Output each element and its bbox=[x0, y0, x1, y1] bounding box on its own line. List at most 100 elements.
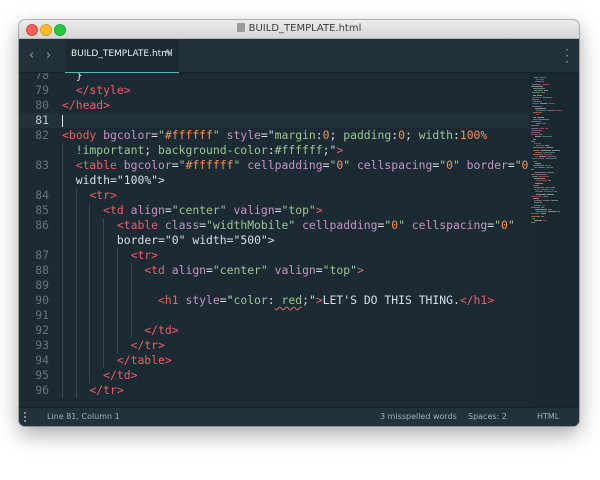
code-line[interactable]: 89 bbox=[19, 278, 529, 293]
code-text: !important; background-color:#ffffff;"> bbox=[75, 143, 344, 157]
minimap-line bbox=[533, 165, 544, 166]
minimap-line bbox=[532, 158, 537, 160]
minimap-line bbox=[535, 136, 541, 138]
line-number: 78 bbox=[35, 73, 49, 82]
code-line[interactable]: 82 <body bgcolor="#ffffff" style="margin:… bbox=[19, 128, 529, 143]
title-bar: BUILD_TEMPLATE.html bbox=[19, 20, 579, 39]
spelling-status[interactable]: 3 misspelled words bbox=[380, 408, 457, 426]
pencil-icon[interactable]: ✎ bbox=[165, 49, 173, 59]
minimap-line bbox=[535, 151, 542, 153]
minimap-line bbox=[544, 191, 553, 193]
chevron-right-icon[interactable]: › bbox=[46, 48, 51, 63]
minimap-line bbox=[557, 211, 560, 213]
code-line[interactable]: border="0" width="500"> bbox=[19, 233, 529, 248]
code-line[interactable]: 80 </head> bbox=[19, 98, 529, 113]
chevron-left-icon[interactable]: ‹ bbox=[29, 48, 34, 63]
minimap-line bbox=[541, 206, 544, 208]
code-text: <table class="widthMobile" cellpadding="… bbox=[116, 218, 515, 232]
minimap-line bbox=[535, 209, 547, 210]
minimap-line bbox=[534, 90, 543, 92]
code-line[interactable]: 86 <table class="widthMobile" cellpaddin… bbox=[19, 218, 529, 233]
code-line[interactable]: 93 </tr> bbox=[19, 338, 529, 353]
line-number: 88 bbox=[35, 263, 49, 277]
minimap-line bbox=[536, 145, 544, 147]
code-line[interactable]: 84 <tr> bbox=[19, 188, 529, 203]
minimap-line bbox=[532, 105, 542, 107]
code-line[interactable]: 91 bbox=[19, 308, 529, 323]
minimap-line bbox=[542, 136, 552, 138]
minimap-line bbox=[533, 101, 542, 103]
minimap-line bbox=[531, 215, 540, 217]
line-number: 86 bbox=[35, 218, 49, 232]
code-line[interactable]: 90 <h1 style="color: red;">LET'S DO THIS… bbox=[19, 293, 529, 308]
line-number: 94 bbox=[35, 353, 49, 367]
code-line[interactable]: 83 <table bgcolor="#ffffff" cellpadding=… bbox=[19, 158, 529, 173]
minimap-line bbox=[533, 118, 537, 120]
minimap-line bbox=[542, 204, 545, 206]
indent-guide bbox=[130, 263, 132, 338]
line-number: 84 bbox=[35, 188, 49, 202]
minimap-line bbox=[534, 202, 542, 204]
line-number: 93 bbox=[35, 338, 49, 352]
minimap-line bbox=[534, 187, 544, 188]
code-line[interactable]: width="100%"> bbox=[19, 173, 529, 188]
minimap[interactable] bbox=[529, 73, 579, 408]
code-line[interactable]: 87 <tr> bbox=[19, 248, 529, 263]
cursor-position[interactable]: Line 81, Column 1 bbox=[47, 408, 120, 426]
minimap-line bbox=[534, 143, 541, 144]
minimap-line bbox=[543, 200, 550, 202]
minimap-line bbox=[534, 167, 537, 169]
minimap-line bbox=[532, 83, 541, 85]
vertical-dots-icon[interactable]: · · · bbox=[565, 44, 569, 68]
tab-label: BUILD_TEMPLATE.html bbox=[71, 49, 173, 59]
tab-build-template[interactable]: BUILD_TEMPLATE.html ✎ bbox=[65, 39, 179, 74]
minimap-line bbox=[532, 217, 535, 219]
indentation-setting[interactable]: Spaces: 2 bbox=[468, 408, 507, 426]
indent-guide bbox=[75, 188, 77, 398]
code-line[interactable]: 96 </tr> bbox=[19, 383, 529, 398]
code-line[interactable]: 92 </td> bbox=[19, 323, 529, 338]
minimap-line bbox=[543, 151, 555, 153]
minimap-line bbox=[546, 167, 553, 169]
minimap-line bbox=[531, 140, 535, 142]
indent-guide bbox=[116, 248, 118, 353]
minimap-line bbox=[533, 116, 536, 118]
minimap-line bbox=[536, 180, 547, 182]
code-line[interactable]: !important; background-color:#ffffff;"> bbox=[19, 143, 529, 158]
code-text: <td align="center" valign="top"> bbox=[103, 203, 323, 217]
minimap-line bbox=[548, 180, 551, 182]
minimap-line bbox=[536, 173, 547, 175]
minimap-line bbox=[547, 171, 554, 173]
minimap-line bbox=[535, 182, 543, 184]
minimap-line bbox=[532, 176, 538, 177]
code-line[interactable]: 85 <td align="center" valign="top"> bbox=[19, 203, 529, 218]
minimap-line bbox=[539, 176, 549, 177]
code-line[interactable]: 88 <td align="center" valign="top"> bbox=[19, 263, 529, 278]
line-number: 96 bbox=[35, 383, 49, 397]
status-bar: Line 81, Column 1 3 misspelled words Spa… bbox=[19, 407, 579, 426]
minimap-line bbox=[551, 200, 558, 202]
minimap-line bbox=[535, 162, 541, 164]
indent-guide bbox=[103, 218, 105, 368]
code-editor[interactable]: 78 } 79 </style> 80 </head> 81 82 <body bgcolo… bbox=[19, 73, 529, 408]
code-line[interactable]: 78 } bbox=[19, 73, 529, 83]
syntax-mode[interactable]: HTML bbox=[537, 408, 559, 426]
minimap-line bbox=[556, 110, 562, 111]
minimap-line bbox=[534, 200, 542, 202]
minimap-line bbox=[547, 110, 555, 111]
line-number: 95 bbox=[35, 368, 49, 382]
code-text: </tr> bbox=[89, 383, 124, 397]
minimap-line bbox=[537, 94, 542, 96]
code-line[interactable]: 79 </style> bbox=[19, 83, 529, 98]
code-line[interactable]: 81 bbox=[19, 113, 529, 128]
line-number: 87 bbox=[35, 248, 49, 262]
minimap-line bbox=[533, 138, 536, 140]
minimap-line bbox=[531, 206, 540, 208]
minimap-line bbox=[543, 220, 546, 221]
minimap-line bbox=[531, 132, 540, 133]
code-line[interactable]: 94 </table> bbox=[19, 353, 529, 368]
panel-toggle-icon[interactable] bbox=[24, 412, 26, 422]
minimap-line bbox=[541, 189, 549, 191]
code-line[interactable]: 95 </td> bbox=[19, 368, 529, 383]
minimap-line bbox=[531, 222, 535, 224]
